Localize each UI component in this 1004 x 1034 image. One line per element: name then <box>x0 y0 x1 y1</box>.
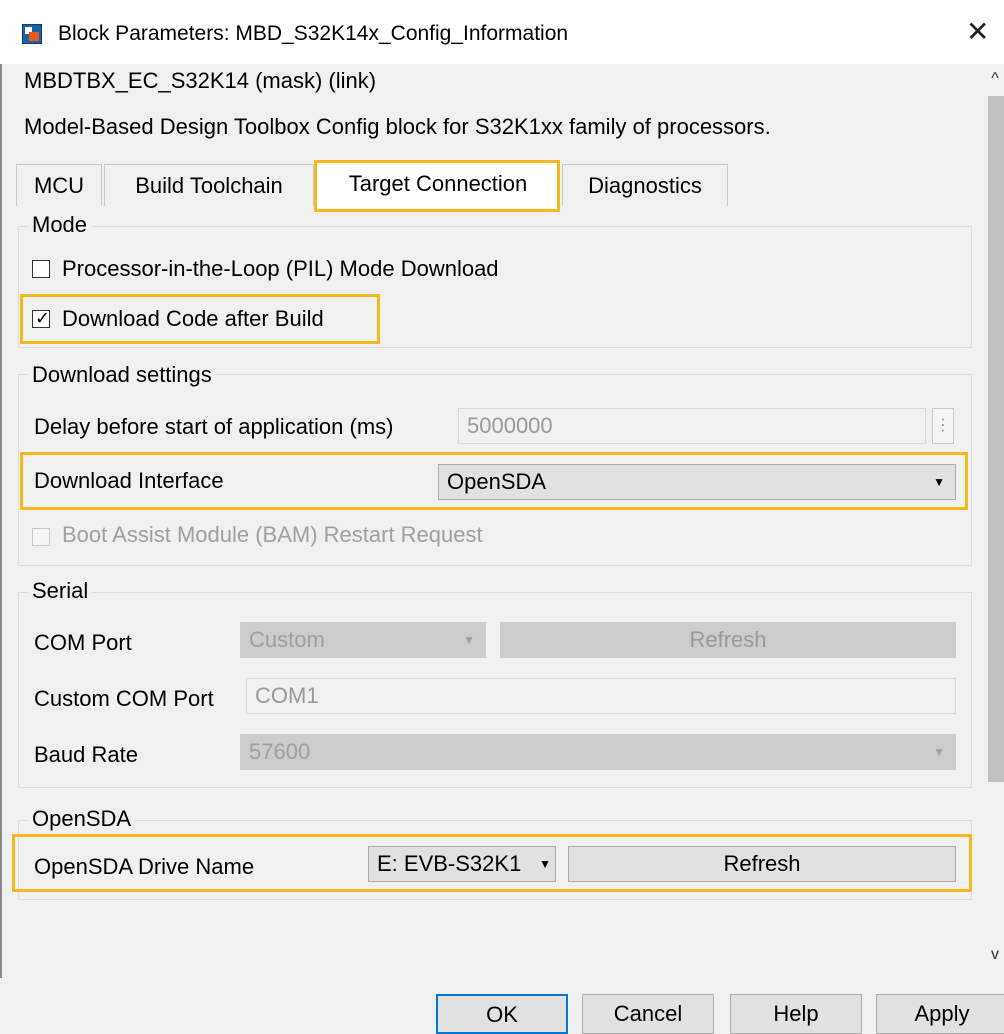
close-icon[interactable]: ✕ <box>966 18 989 46</box>
download-code-checkbox[interactable]: ✓ <box>32 308 51 328</box>
pil-mode-checkbox[interactable] <box>32 260 50 278</box>
custom-com-port-field[interactable]: COM1 <box>246 678 956 714</box>
com-port-value: Custom <box>249 627 325 652</box>
opensda-refresh-button[interactable]: Refresh <box>568 846 956 882</box>
com-port-label: COM Port <box>34 630 132 655</box>
chevron-down-icon: ▼ <box>933 745 945 759</box>
download-code-label: Download Code after Build <box>62 306 324 331</box>
opensda-group-label: OpenSDA <box>28 806 136 832</box>
cancel-button[interactable]: Cancel <box>582 994 714 1034</box>
check-icon: ✓ <box>35 308 51 328</box>
baud-rate-label: Baud Rate <box>34 742 138 767</box>
chevron-down-icon: ▼ <box>539 857 551 871</box>
help-button[interactable]: Help <box>730 994 862 1034</box>
block-description: Model-Based Design Toolbox Config block … <box>24 114 771 139</box>
bam-restart-label: Boot Assist Module (BAM) Restart Request <box>62 522 483 547</box>
download-settings-group-label: Download settings <box>28 362 216 388</box>
serial-refresh-button[interactable]: Refresh <box>500 622 956 658</box>
opensda-drive-select[interactable]: E: EVB-S32K1 ▼ <box>368 846 556 882</box>
pil-mode-label: Processor-in-the-Loop (PIL) Mode Downloa… <box>62 256 499 281</box>
baud-rate-value: 57600 <box>249 739 311 764</box>
custom-com-port-label: Custom COM Port <box>34 686 214 711</box>
ok-button[interactable]: OK <box>436 994 568 1034</box>
tab-diagnostics[interactable]: Diagnostics <box>562 164 728 206</box>
download-interface-select[interactable]: OpenSDA ▼ <box>438 464 956 500</box>
mask-title: MBDTBX_EC_S32K14 (mask) (link) <box>24 68 377 93</box>
delay-options-icon[interactable]: ⋮ <box>932 408 954 444</box>
window-border <box>0 64 2 1030</box>
tab-build-toolchain[interactable]: Build Toolchain <box>104 164 314 206</box>
mode-group-label: Mode <box>28 212 92 238</box>
tab-mcu[interactable]: MCU <box>16 164 102 206</box>
chevron-down-icon: ▼ <box>463 633 475 647</box>
window-title: Block Parameters: MBD_S32K14x_Config_Inf… <box>58 22 569 45</box>
download-interface-label: Download Interface <box>34 468 224 493</box>
apply-button[interactable]: Apply <box>876 994 1004 1034</box>
scroll-down-icon[interactable]: v <box>986 940 1004 970</box>
com-port-select[interactable]: Custom ▼ <box>240 622 486 658</box>
delay-field[interactable]: 5000000 <box>458 408 926 444</box>
bam-restart-checkbox[interactable] <box>32 528 50 546</box>
opensda-drive-value: E: EVB-S32K1 <box>377 851 522 876</box>
tab-target-connection[interactable]: Target Connection <box>316 160 560 210</box>
scrollbar-thumb[interactable] <box>988 96 1004 782</box>
download-interface-value: OpenSDA <box>447 469 547 494</box>
matlab-block-icon <box>22 24 42 44</box>
opensda-drive-label: OpenSDA Drive Name <box>34 854 255 879</box>
delay-label: Delay before start of application (ms) <box>34 414 394 439</box>
serial-group-label: Serial <box>28 578 93 604</box>
baud-rate-select[interactable]: 57600 ▼ <box>240 734 956 770</box>
chevron-down-icon: ▼ <box>933 475 945 489</box>
scroll-up-icon[interactable]: ^ <box>986 66 1004 92</box>
